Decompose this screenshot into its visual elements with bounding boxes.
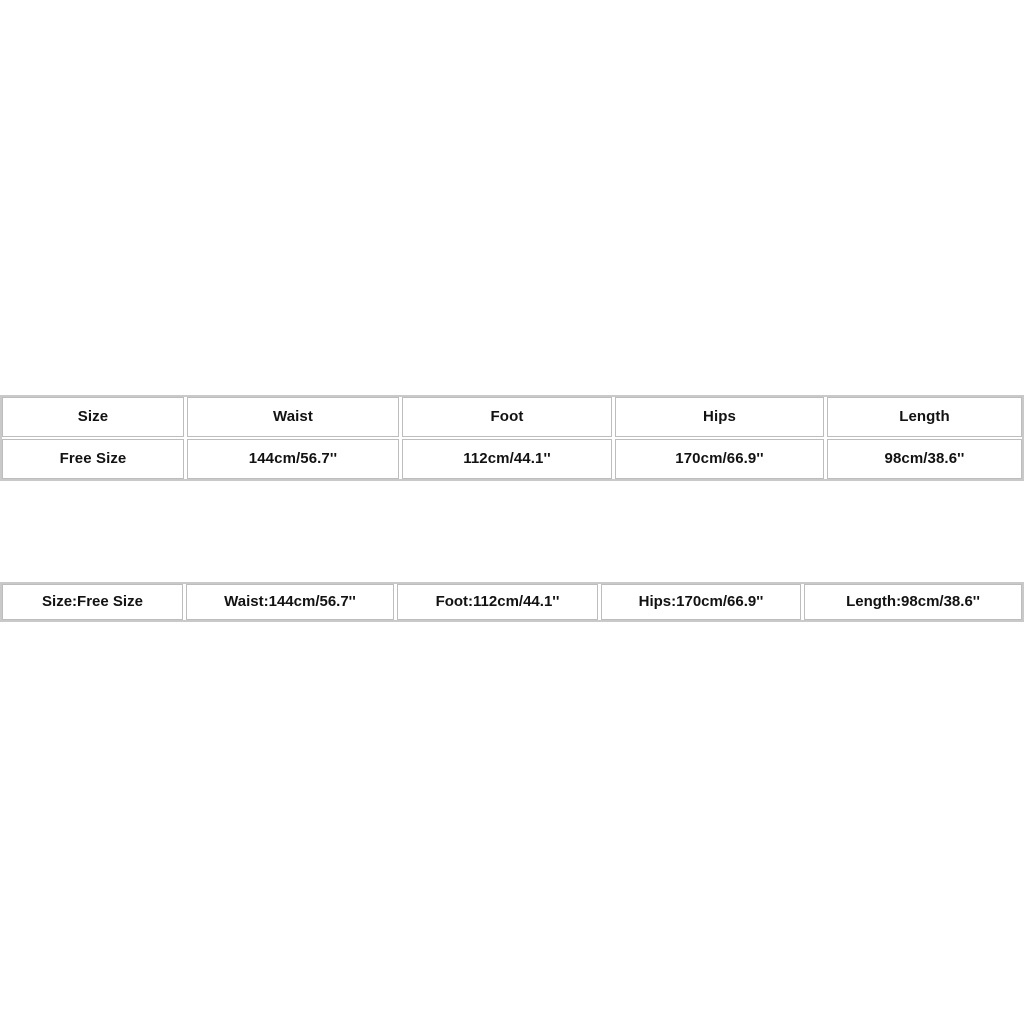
cell-waist: 144cm/56.7'' [187,439,399,479]
table-row: Free Size 144cm/56.7'' 112cm/44.1'' 170c… [2,439,1022,479]
summary-cell-waist: Waist:144cm/56.7'' [186,584,394,620]
summary-cell-hips: Hips:170cm/66.9'' [601,584,801,620]
column-header-hips: Hips [615,397,824,437]
column-header-size: Size [2,397,184,437]
size-chart-table: Size Waist Foot Hips Length Free Size 14… [0,395,1024,481]
column-header-length: Length [827,397,1022,437]
column-header-waist: Waist [187,397,399,437]
summary-cell-foot: Foot:112cm/44.1'' [397,584,598,620]
cell-hips: 170cm/66.9'' [615,439,824,479]
cell-foot: 112cm/44.1'' [402,439,612,479]
size-chart-header-row: Size Waist Foot Hips Length [2,397,1022,437]
cell-length: 98cm/38.6'' [827,439,1022,479]
summary-cell-size: Size:Free Size [2,584,183,620]
column-header-foot: Foot [402,397,612,437]
cell-size: Free Size [2,439,184,479]
summary-cell-length: Length:98cm/38.6'' [804,584,1022,620]
size-summary-table: Size:Free Size Waist:144cm/56.7'' Foot:1… [0,582,1024,622]
summary-row: Size:Free Size Waist:144cm/56.7'' Foot:1… [2,584,1022,620]
